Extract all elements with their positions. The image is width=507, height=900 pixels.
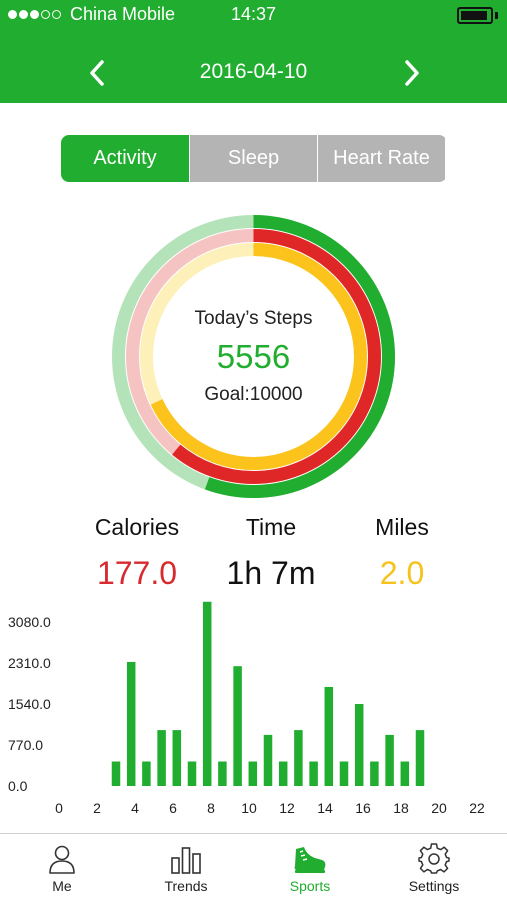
tabbar-item-settings[interactable]: Settings — [384, 834, 484, 900]
chart-bar — [339, 761, 349, 786]
tabbar-label-sports: Sports — [289, 878, 331, 894]
chart-bar — [400, 761, 410, 786]
tabbar-label-trends: Trends — [164, 878, 208, 894]
person-icon — [49, 845, 75, 874]
gear-icon — [418, 843, 450, 874]
steps-title: Today’s Steps — [194, 308, 313, 329]
chart-bar — [126, 661, 136, 786]
x-tick-label: 8 — [207, 800, 215, 816]
tabbar-item-sports[interactable]: Sports — [260, 834, 360, 900]
steps-bar-chart: 0.0 770.0 1540.0 2310.0 3080.0 0 2 4 6 8 10 12 14 16 1… — [8, 601, 485, 816]
header-bar: China Mobile 14:37 2016-04-10 — [0, 0, 507, 103]
next-day-button[interactable] — [396, 58, 426, 88]
x-tick-label: 4 — [131, 800, 139, 816]
chart-bar — [187, 761, 197, 786]
progress-rings: Today’s Steps 5556 Goal:10000 — [111, 214, 396, 499]
chart-bar — [324, 686, 334, 786]
miles-label: Miles — [375, 514, 429, 540]
chart-bar — [263, 734, 273, 786]
x-tick-label: 20 — [431, 800, 447, 816]
y-tick-label: 0.0 — [8, 778, 28, 794]
chart-bar — [172, 730, 182, 786]
category-tabs: Activity Sleep Heart Rate — [61, 135, 447, 182]
tab-heart-rate[interactable]: Heart Rate — [317, 135, 445, 182]
tab-sleep[interactable]: Sleep — [189, 135, 317, 182]
chart-bar — [202, 601, 212, 786]
x-tick-label: 2 — [93, 800, 101, 816]
miles-value: 2.0 — [379, 555, 425, 591]
chart-bar — [111, 761, 121, 786]
chart-bar — [309, 761, 318, 786]
chart-bar — [218, 761, 227, 786]
sneaker-icon — [294, 847, 326, 873]
x-tick-label: 0 — [55, 800, 63, 816]
status-time: 14:37 — [230, 4, 277, 24]
x-tick-label: 12 — [279, 800, 295, 816]
chevron-right-icon — [405, 60, 419, 86]
chart-bar — [294, 730, 303, 786]
chart-bar — [370, 761, 379, 786]
chart-bar — [415, 730, 425, 786]
bottom-tab-bar: Me Trends Sports Settings — [0, 833, 507, 900]
tabbar-label-settings: Settings — [408, 878, 460, 894]
y-tick-label: 1540.0 — [8, 696, 51, 712]
bar-chart-icon — [171, 847, 201, 874]
status-bar: China Mobile 14:37 — [0, 0, 507, 30]
x-tick-label: 6 — [169, 800, 177, 816]
chart-bar — [354, 704, 364, 786]
y-tick-label: 2310.0 — [8, 655, 51, 671]
x-tick-label: 16 — [355, 800, 371, 816]
x-tick-label: 14 — [317, 800, 333, 816]
chart-bar — [142, 761, 151, 786]
chart-bar — [278, 761, 288, 786]
steps-goal: Goal:10000 — [204, 384, 303, 405]
x-tick-label: 10 — [241, 800, 257, 816]
calories-label: Calories — [94, 514, 180, 540]
chart-bar — [385, 734, 394, 786]
time-value: 1h 7m — [226, 555, 316, 591]
x-tick-label: 22 — [469, 800, 485, 816]
tabbar-label-me: Me — [52, 878, 72, 894]
steps-value: 5556 — [216, 338, 291, 375]
date-title: 2016-04-10 — [199, 60, 308, 83]
battery-tip — [495, 12, 498, 19]
chart-bar — [157, 730, 166, 786]
time-label: Time — [245, 514, 297, 540]
calories-value: 177.0 — [96, 555, 178, 591]
y-tick-label: 770.0 — [8, 737, 43, 753]
tabbar-item-me[interactable]: Me — [12, 834, 112, 900]
x-tick-label: 18 — [393, 800, 409, 816]
chart-bar — [233, 666, 242, 786]
tab-activity[interactable]: Activity — [61, 135, 189, 182]
battery-icon — [457, 7, 493, 24]
battery-level — [461, 11, 487, 20]
y-tick-label: 3080.0 — [8, 614, 51, 630]
tabbar-item-trends[interactable]: Trends — [136, 834, 236, 900]
chart-bar — [248, 761, 258, 786]
